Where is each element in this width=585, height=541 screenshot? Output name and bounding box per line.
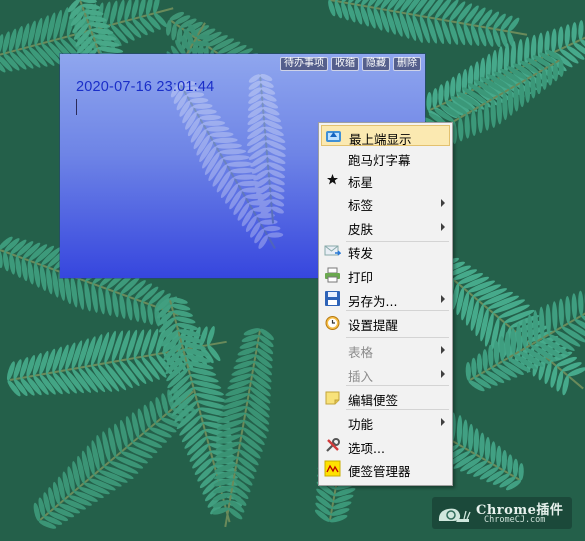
menu-item[interactable]: 最上端显示	[321, 125, 450, 147]
menu-item[interactable]: 转发	[321, 240, 450, 261]
menu-separator	[346, 310, 449, 311]
menu-item[interactable]: 皮肤	[321, 216, 450, 237]
submenu-arrow-icon	[441, 370, 445, 378]
menu-item-label: 最上端显示	[349, 132, 412, 147]
menu-item-label: 皮肤	[348, 222, 374, 237]
pin-top-icon	[325, 128, 342, 145]
menu-item-label: 设置提醒	[348, 318, 399, 333]
snail-logo-icon	[438, 508, 471, 522]
menu-separator	[346, 409, 449, 410]
menu-item-label: 打印	[348, 270, 374, 285]
menu-item[interactable]: 设置提醒	[321, 312, 450, 333]
menu-item[interactable]: 标星	[321, 169, 450, 190]
submenu-arrow-icon	[441, 223, 445, 231]
edit-note-icon	[324, 389, 341, 406]
save-disk-icon	[324, 290, 341, 307]
submenu-arrow-icon	[441, 346, 445, 354]
menu-item-label: 跑马灯字幕	[348, 153, 411, 168]
menu-item-label: 选项...	[348, 441, 385, 456]
menu-item: 插入	[321, 363, 450, 384]
submenu-arrow-icon	[441, 418, 445, 426]
menu-item-label: 便签管理器	[348, 464, 411, 479]
menu-item-label: 功能	[348, 417, 374, 432]
note-datetime[interactable]: 2020-07-16 23:01:44	[76, 79, 214, 95]
tools-icon	[324, 437, 341, 454]
menu-item[interactable]: 编辑便签	[321, 387, 450, 408]
context-menu: 最上端显示跑马灯字幕标星标签皮肤转发打印另存为... 设置提醒表格插入编辑便签功能…	[318, 122, 453, 486]
watermark-url: ChromeCJ.com	[484, 515, 546, 525]
text-caret	[76, 99, 77, 115]
menu-item[interactable]: 功能	[321, 411, 450, 432]
menu-item-label: 另存为...	[348, 294, 398, 309]
menu-item[interactable]: 选项...	[321, 435, 450, 456]
menu-item-label: 转发	[348, 246, 374, 261]
menu-item: 表格	[321, 339, 450, 360]
alarm-clock-icon	[324, 314, 341, 331]
note-manager-icon	[324, 460, 341, 477]
menu-item[interactable]: 便签管理器	[321, 458, 450, 479]
note-toolbar: 待办事项 收缩 隐藏 删除	[280, 57, 421, 71]
submenu-arrow-icon	[441, 199, 445, 207]
menu-separator	[346, 385, 449, 386]
collapse-button[interactable]: 收缩	[331, 57, 359, 71]
star-icon	[324, 171, 341, 188]
submenu-arrow-icon	[441, 295, 445, 303]
hide-button[interactable]: 隐藏	[362, 57, 390, 71]
delete-button[interactable]: 删除	[393, 57, 421, 71]
menu-item[interactable]: 另存为...	[321, 288, 450, 309]
menu-item-label: 表格	[348, 345, 374, 360]
menu-item-label: 标星	[348, 175, 374, 190]
menu-item-label: 编辑便签	[348, 393, 399, 408]
menu-item-label: 标签	[348, 198, 374, 213]
menu-item[interactable]: 标签	[321, 192, 450, 213]
menu-item-label: 插入	[348, 369, 374, 384]
menu-item[interactable]: 打印	[321, 264, 450, 285]
forward-mail-icon	[324, 242, 341, 259]
todo-button[interactable]: 待办事项	[280, 57, 328, 71]
printer-icon	[324, 266, 341, 283]
menu-separator	[346, 337, 449, 338]
watermark: Chrome插件 ChromeCJ.com	[432, 497, 572, 529]
menu-item[interactable]: 跑马灯字幕	[321, 147, 450, 168]
